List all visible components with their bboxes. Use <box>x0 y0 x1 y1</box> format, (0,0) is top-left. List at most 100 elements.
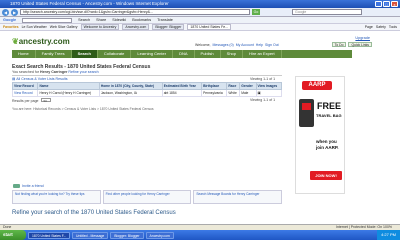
my-account-link[interactable]: My Account <box>236 43 254 47</box>
nav-shop[interactable]: Shop <box>221 50 243 58</box>
refine-search-link[interactable]: Refine your search <box>68 70 98 74</box>
browser-search-input[interactable]: Google <box>292 9 362 15</box>
col-home[interactable]: Home in 1870 (City, County, State) <box>98 82 163 90</box>
view-image-icon[interactable]: ▣ <box>255 89 282 97</box>
breadcrumb[interactable]: You are here: Historical Records > Censu… <box>12 107 154 111</box>
google-search-button[interactable]: Search <box>78 18 90 22</box>
col-birthplace[interactable]: Birthplace <box>201 82 228 90</box>
col-birth-year[interactable]: Estimated Birth Year <box>161 82 203 90</box>
col-name[interactable]: Name <box>37 82 100 90</box>
cell-race: White <box>226 89 241 97</box>
col-gender[interactable]: Gender <box>239 82 257 90</box>
browser-tab-active[interactable]: 1870 United States Fe... <box>187 24 232 30</box>
browser-tab[interactable]: Welcome to Ancestry <box>80 24 120 30</box>
message-boards-box[interactable]: Search Message Boards for Henry Carringe… <box>193 190 283 204</box>
go-button[interactable]: Go <box>252 9 260 15</box>
results-per-page: Results per page 50 <box>12 98 52 103</box>
divider <box>12 75 282 76</box>
browser-tab[interactable]: Ancestry.com <box>122 24 150 30</box>
taskbar-item[interactable]: 1870 United States F... <box>28 231 70 239</box>
favorite-item[interactable]: Le Sun Weather <box>22 25 47 29</box>
ancestry-logo[interactable]: ❦ancestry.com <box>12 37 70 46</box>
forward-button[interactable]: ▶ <box>11 8 18 16</box>
zoom-level[interactable]: 100% <box>383 225 392 229</box>
col-view-images: View Images <box>255 82 282 90</box>
minimize-button[interactable]: _ <box>375 1 382 7</box>
google-logo: Google <box>3 18 17 22</box>
cell-gender: Male <box>239 89 257 97</box>
taskbar-item[interactable]: Untitled - Message <box>72 231 109 239</box>
you-searched-label: You searched for <box>12 70 40 74</box>
google-share-button[interactable]: Share <box>96 18 106 22</box>
google-translate-button[interactable]: Translate <box>157 18 173 22</box>
welcome-text: Welcome, <box>195 43 211 47</box>
ad-free-text: FREE <box>317 101 342 111</box>
table-header-row: View Record Name Home in 1870 (City, Cou… <box>11 82 282 90</box>
ad-travel-text: TRAVEL BAG <box>316 113 342 118</box>
browser-tab[interactable]: Blogger: Blogger <box>152 24 185 30</box>
nav-learning-center[interactable]: Learning Center <box>131 50 174 58</box>
taskbar-item[interactable]: Ancestry.com <box>145 231 174 239</box>
col-view-record: View Record <box>11 82 39 90</box>
nav-hire-expert[interactable]: Hire an Expert <box>243 50 282 58</box>
window-titlebar: 1870 United States Federal Census - Ance… <box>0 0 400 8</box>
quick-links-button[interactable]: Quick Links <box>348 42 372 47</box>
help-link[interactable]: Help <box>256 43 263 47</box>
tips-box[interactable]: Not finding what you're looking for? Try… <box>12 190 101 204</box>
viewing-count-bottom: Viewing 1-1 of 1 <box>250 98 276 102</box>
upgrade-link[interactable]: Upgrade <box>355 36 370 40</box>
aarp-ad[interactable]: AARP FREE TRAVEL BAG when you join AARP.… <box>295 76 345 194</box>
nav-publish[interactable]: Publish <box>195 50 221 58</box>
favorite-item[interactable]: Web Slice Gallery <box>50 25 78 29</box>
url-input[interactable]: http://search.ancestry.com/cgi-bin/sse.d… <box>20 9 250 15</box>
safety-menu[interactable]: Safety <box>376 25 386 29</box>
nav-family-trees[interactable]: Family Trees <box>36 50 72 58</box>
people-icon <box>13 184 20 188</box>
travel-bag-image <box>299 99 314 127</box>
per-page-select[interactable]: 50 <box>41 98 52 103</box>
viewing-count: Viewing 1-1 of 1 <box>250 77 276 81</box>
leaf-icon: ❦ <box>12 37 19 46</box>
favorites-bar: Favorites Le Sun Weather Web Slice Galle… <box>0 24 400 31</box>
nav-home[interactable]: Home <box>12 50 36 58</box>
google-sidewiki-button[interactable]: Sidewiki <box>112 18 126 22</box>
security-zone: Internet | Protected Mode: On <box>336 225 383 229</box>
tools-menu[interactable]: Tools <box>389 25 397 29</box>
results-table: View Record Name Home in 1870 (City, Cou… <box>11 82 282 97</box>
logo-text: ancestry.com <box>18 37 70 46</box>
refine-heading: Refine your search of the 1870 United St… <box>12 210 176 216</box>
close-button[interactable]: x <box>391 1 398 7</box>
messages-link[interactable]: Messages (0) <box>213 43 234 47</box>
window-controls: _ □ x <box>375 1 398 7</box>
taskbar: start 1870 United States F... Untitled -… <box>0 230 400 240</box>
help-boxes: Not finding what you're looking for? Try… <box>12 190 283 204</box>
page-content: ❦ancestry.com Upgrade Welcome, Messages … <box>0 31 400 224</box>
window-title: 1870 United States Federal Census - Ance… <box>10 1 169 6</box>
favorites-button[interactable]: Favorites <box>3 25 19 29</box>
aarp-logo: AARP <box>302 81 332 90</box>
cell-birth-year: abt 1854 <box>161 89 203 97</box>
google-search-input[interactable] <box>22 17 73 23</box>
sign-out-link[interactable]: Sign Out <box>265 43 279 47</box>
invite-friend-link[interactable]: Invite a friend <box>22 184 44 188</box>
col-race[interactable]: Race <box>226 82 241 90</box>
taskbar-item[interactable]: Blogger: Blogger <box>110 231 144 239</box>
account-links: Welcome, Messages (0) My Account Help Si… <box>195 43 279 47</box>
results-tab-label: All Census & Voter Lists Results <box>16 77 68 81</box>
maximize-button[interactable]: □ <box>383 1 390 7</box>
nav-collaborate[interactable]: Collaborate <box>98 50 132 58</box>
back-button[interactable]: ◀ <box>2 8 9 16</box>
to-do-button[interactable]: To Do <box>331 42 347 47</box>
results-tab-all[interactable]: ▤ All Census & Voter Lists Results <box>12 77 68 81</box>
start-button[interactable]: start <box>0 230 26 240</box>
nav-search[interactable]: Search <box>71 50 98 58</box>
cell-home: Jackson, Washington, IA <box>98 89 163 97</box>
view-record-link[interactable]: View Record <box>11 89 39 97</box>
join-now-button[interactable]: JOIN NOW! <box>310 171 342 180</box>
nav-dna[interactable]: DNA <box>173 50 195 58</box>
find-people-box[interactable]: Find other people looking for Henry Carr… <box>102 190 192 204</box>
ad-when-text: when you join AARP. <box>316 139 339 150</box>
address-bar: ◀ ▶ http://search.ancestry.com/cgi-bin/s… <box>0 8 400 17</box>
google-bookmarks-button[interactable]: Bookmarks <box>132 18 151 22</box>
page-menu[interactable]: Page <box>365 25 373 29</box>
